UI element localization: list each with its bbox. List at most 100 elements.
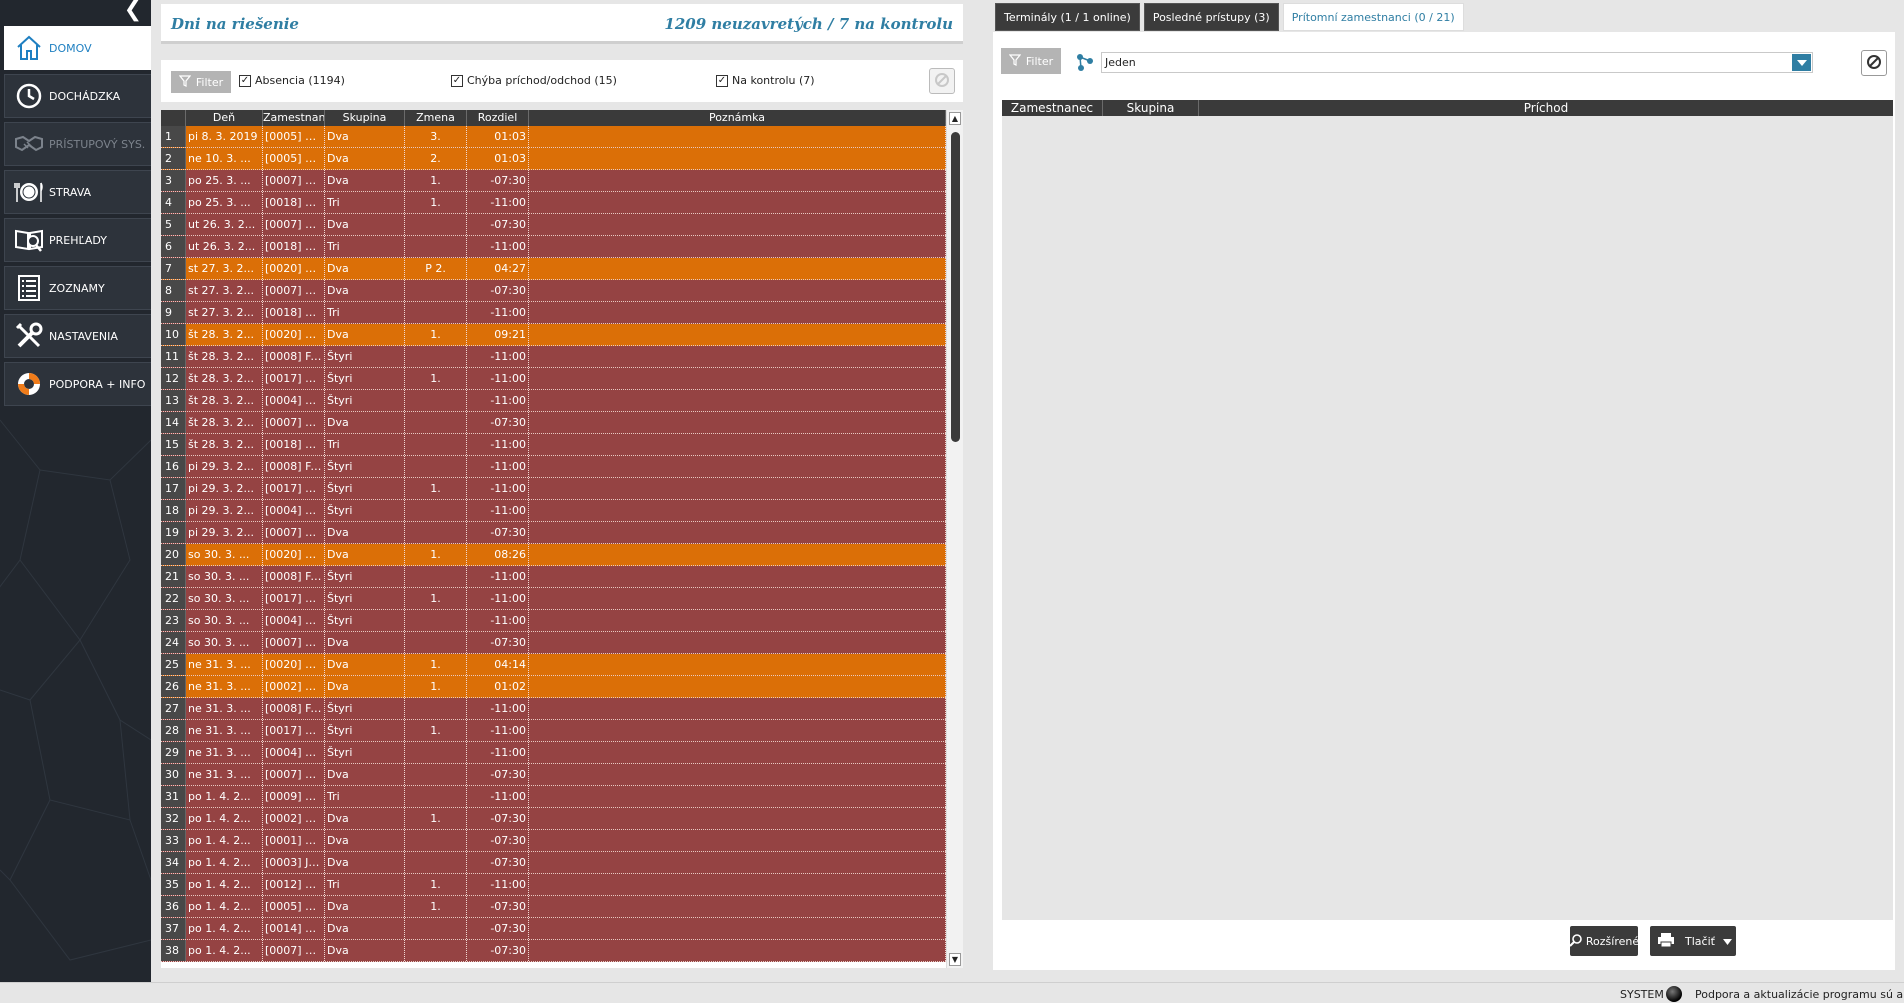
cell-diff: -11:00 (467, 588, 529, 609)
column-header-skupina[interactable]: Skupina (1103, 100, 1199, 116)
table-body: 1 pi 8. 3. 2019 [0005] No... Dva 3. 01:03 2 ne … (161, 126, 946, 962)
cell-note (529, 830, 946, 851)
tab-terminaly[interactable]: Terminály (1 / 1 online) (995, 3, 1140, 31)
chevron-down-icon[interactable] (1792, 54, 1811, 71)
book-search-icon (12, 223, 46, 257)
table-row[interactable]: 35po 1. 4. 2...[0012] Kol...Tri1.-11:00 (161, 874, 946, 896)
filter-button[interactable]: Filter (1001, 48, 1061, 74)
table-row[interactable]: 14 št 28. 3. 2... [0007] Po... Dva -07:30 (161, 412, 946, 434)
table-row[interactable]: 29 ne 31. 3. ... [0004] Ot... Štyri -11:00 (161, 742, 946, 764)
checkbox-chyba-prichod-odchod[interactable]: ✓ Chýba príchod/odchod (15) (451, 74, 617, 87)
table-row[interactable]: 12 št 28. 3. 2... [0017] Gu... Štyri 1. -11:0… (161, 368, 946, 390)
cell-diff: 01:03 (467, 148, 529, 169)
cell-n: 17 (161, 478, 186, 499)
table-row[interactable]: 37 po 1. 4. 2... [0014] Pa... Dva -07:30 (161, 918, 946, 940)
table-row[interactable]: 10 št 28. 3. 2... [0020] Ba... Dva 1. 09:21 (161, 324, 946, 346)
table-row[interactable]: 7st 27. 3. 2... [0020] Ba... Dva P 2. 04:27 (161, 258, 946, 280)
table-row[interactable]: 30 ne 31. 3. ... [0007] Po... Dva -07:30 (161, 764, 946, 786)
cell-diff: -07:30 (467, 214, 529, 235)
column-header-zamestnanec[interactable]: Zamestnanec (263, 110, 325, 126)
sidebar-item-nastavenia[interactable]: NASTAVENIA (4, 314, 151, 358)
table-scrollbar[interactable]: ▲ ▼ (946, 110, 963, 968)
sidebar-item-dochadzka[interactable]: DOCHÁDZKA (4, 74, 151, 118)
collapse-sidebar-button[interactable]: ❮ (118, 0, 148, 22)
table-row[interactable]: 23 so 30. 3. ... [0004] Ot... Štyri -11:00 (161, 610, 946, 632)
cell-shift: 1. (405, 544, 467, 565)
table-row[interactable]: 15 št 28. 3. 2... [0018] Sk... Tri -11:00 (161, 434, 946, 456)
cell-grp: Dva (325, 412, 405, 433)
table-row[interactable]: 28 ne 31. 3. ... [0017] Gu... Štyri 1. -11:00 (161, 720, 946, 742)
print-button[interactable]: Tlačiť (1650, 926, 1736, 956)
table-row[interactable]: 4 po 25. 3. ... [0018] Sk... Tri 1. -11:00 (161, 192, 946, 214)
table-row[interactable]: 9st 27. 3. 2... [0018] Sk... Tri -11:00 (161, 302, 946, 324)
table-row[interactable]: 27 ne 31. 3. ... [0008] Far... Štyri -11:00 (161, 698, 946, 720)
column-header-zmena[interactable]: Zmena (405, 110, 467, 126)
caret-down-icon[interactable] (1723, 935, 1732, 948)
cell-emp: [0017] Gu... (263, 368, 325, 389)
column-header-poznamka[interactable]: Poznámka (529, 110, 946, 126)
extended-button[interactable]: Rozšírené (1569, 926, 1639, 956)
sidebar-item-label: PODPORA + INFO (49, 377, 146, 391)
table-row[interactable]: 33 po 1. 4. 2... [0001] Hr... Dva -07:30 (161, 830, 946, 852)
table-row[interactable]: 17 pi 29. 3. 2... [0017] Gu... Štyri 1. -11:0… (161, 478, 946, 500)
cell-shift (405, 280, 467, 301)
sidebar-item-podpora[interactable]: PODPORA + INFO (4, 362, 151, 406)
table-row[interactable]: 20 so 30. 3. ... [0020] Ba... Dva 1. 08:26 (161, 544, 946, 566)
table-row[interactable]: 34 po 1. 4. 2... [0003] Já... Dva -07:30 (161, 852, 946, 874)
table-row[interactable]: 26 ne 31. 3. ... [0002] Du... Dva 1. 01:02 (161, 676, 946, 698)
sidebar-item-zoznamy[interactable]: ZOZNAMY (4, 266, 151, 310)
column-header-rozdiel[interactable]: Rozdiel (467, 110, 529, 126)
tab-posledne-pristupy[interactable]: Posledné prístupy (3) (1143, 3, 1279, 31)
table-row[interactable]: 6 ut 26. 3. 2... [0018] Sk... Tri -11:00 (161, 236, 946, 258)
scrollbar-thumb[interactable] (951, 132, 960, 442)
cell-n: 18 (161, 500, 186, 521)
table-row[interactable]: 36 po 1. 4. 2... [0005] No... Dva 1. -07:30 (161, 896, 946, 918)
cell-note (529, 478, 946, 499)
cell-note (529, 632, 946, 653)
cell-shift (405, 214, 467, 235)
table-row[interactable]: 22 so 30. 3. ... [0017] Gu... Štyri 1. -11:00 (161, 588, 946, 610)
checkbox-na-kontrolu[interactable]: ✓ Na kontrolu (7) (716, 74, 815, 87)
table-row[interactable]: 19 pi 29. 3. 2... [0007] Po... Dva -07:30 (161, 522, 946, 544)
cell-diff: 01:02 (467, 676, 529, 697)
column-header-den[interactable]: Deň (186, 110, 263, 126)
sidebar-item-prehlady[interactable]: PREHĽADY (4, 218, 151, 262)
table-row[interactable]: 24 so 30. 3. ... [0007] Po... Dva -07:30 (161, 632, 946, 654)
cell-emp: [0018] Sk... (263, 192, 325, 213)
table-row[interactable]: 11 št 28. 3. 2... [0008] Far... Štyri -11:00 (161, 346, 946, 368)
table-row[interactable]: 21 so 30. 3. ... [0008] Far... Štyri -11:00 (161, 566, 946, 588)
checkbox-absencia[interactable]: ✓ Absencia (1194) (239, 74, 345, 87)
cell-day: pi 29. 3. 2... (186, 478, 263, 499)
table-row[interactable]: 1 pi 8. 3. 2019 [0005] No... Dva 3. 01:03 (161, 126, 946, 148)
table-row[interactable]: 38 po 1. 4. 2... [0007] Po... Dva -07:30 (161, 940, 946, 962)
table-row[interactable]: 25 ne 31. 3. ... [0020] Ba... Dva 1. 04:14 (161, 654, 946, 676)
group-select[interactable]: Jeden (1101, 52, 1813, 73)
clear-filter-button[interactable] (929, 68, 955, 94)
table-row[interactable]: 31 po 1. 4. 2... [0009] Ba... Tri -11:00 (161, 786, 946, 808)
table-row[interactable]: 8st 27. 3. 2... [0007] Po... Dva -07:30 (161, 280, 946, 302)
table-row[interactable]: 5 ut 26. 3. 2... [0007] Po... Dva -07:30 (161, 214, 946, 236)
org-tree-icon[interactable] (1075, 52, 1095, 72)
clear-filter-button[interactable] (1861, 50, 1887, 76)
sidebar-item-strava[interactable]: STRAVA (4, 170, 151, 214)
table-row[interactable]: 3 po 25. 3. ... [0007] Po... Dva 1. -07:30 (161, 170, 946, 192)
sidebar-item-pristupovy-system[interactable]: PRÍSTUPOVÝ SYS. (4, 122, 151, 166)
scroll-up-arrow-icon[interactable]: ▲ (949, 112, 961, 125)
column-header-zamestnanec[interactable]: Zamestnanec (1002, 100, 1103, 116)
column-header-prichod[interactable]: Príchod (1199, 100, 1893, 116)
cell-emp: [0005] No... (263, 148, 325, 169)
table-row[interactable]: 13 št 28. 3. 2... [0004] Ot... Štyri -11:00 (161, 390, 946, 412)
table-row[interactable]: 18 pi 29. 3. 2... [0004] Ot... Štyri -11:00 (161, 500, 946, 522)
filter-button[interactable]: Filter (171, 71, 231, 93)
cell-grp: Štyri (325, 456, 405, 477)
block-icon (934, 72, 950, 91)
table-row[interactable]: 32 po 1. 4. 2... [0002] Du... Dva 1. -07:30 (161, 808, 946, 830)
table-row[interactable]: 16 pi 29. 3. 2... [0008] Far... Štyri -11:00 (161, 456, 946, 478)
sidebar-item-domov[interactable]: DOMOV (4, 26, 151, 70)
scroll-down-arrow-icon[interactable]: ▼ (949, 953, 961, 966)
cell-grp: Dva (325, 896, 405, 917)
column-header-skupina[interactable]: Skupina (325, 110, 405, 126)
cell-note (529, 280, 946, 301)
tab-pritomni-zamestnanci[interactable]: Prítomní zamestnanci (0 / 21) (1282, 3, 1464, 31)
table-row[interactable]: 2 ne 10. 3. ... [0005] No... Dva 2. 01:03 (161, 148, 946, 170)
